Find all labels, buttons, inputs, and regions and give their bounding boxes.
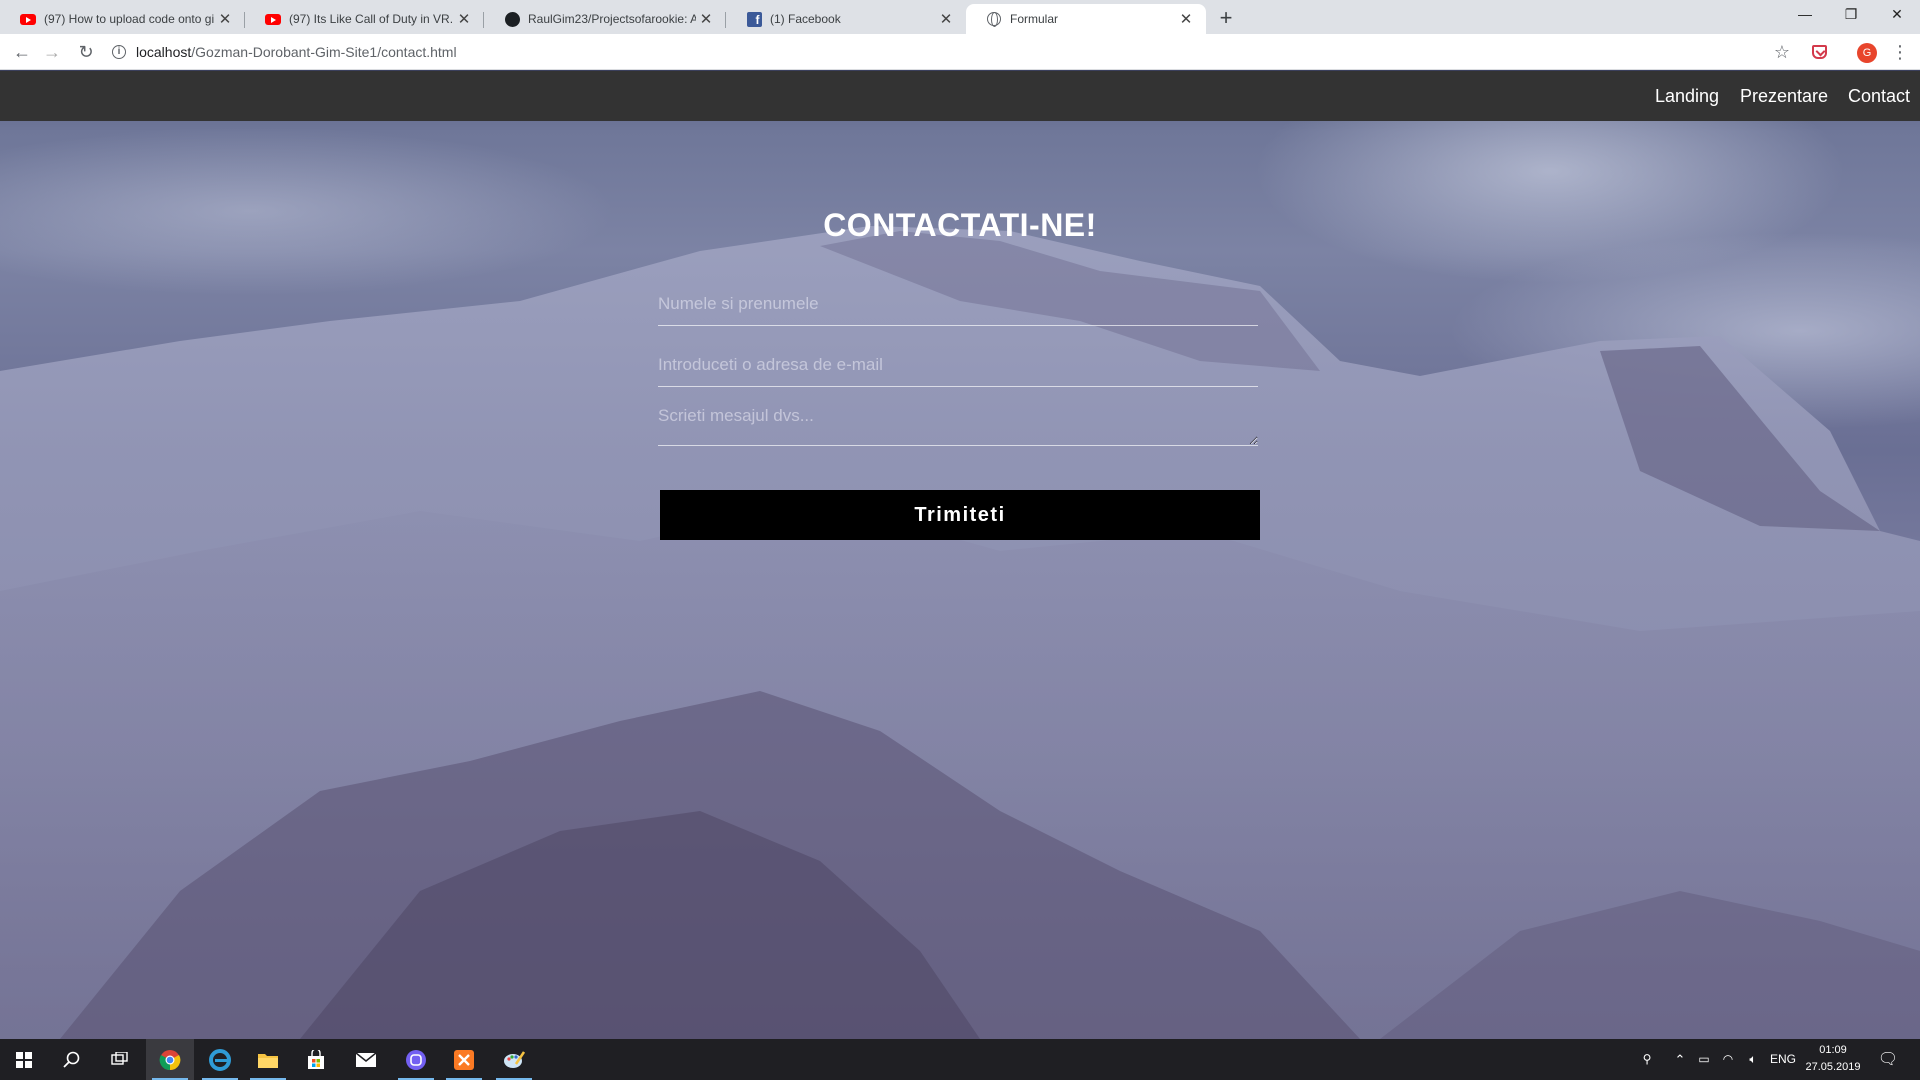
people-icon[interactable]: ⚲ — [1632, 1039, 1662, 1080]
url-text: localhost/Gozman-Dorobant-Gim-Site1/cont… — [136, 44, 457, 60]
minimize-button[interactable]: — — [1782, 0, 1828, 30]
url-path: /Gozman-Dorobant-Gim-Site1/contact.html — [191, 44, 457, 60]
back-icon[interactable]: ← — [8, 38, 36, 66]
browser-toolbar: ← → ↻ i localhost/Gozman-Dorobant-Gim-Si… — [0, 34, 1920, 70]
url-host: localhost — [136, 44, 192, 60]
name-input[interactable] — [658, 282, 1258, 326]
paint-icon[interactable] — [490, 1039, 538, 1080]
clock-date: 27.05.2019 — [1805, 1061, 1861, 1073]
tab-title: (1) Facebook — [770, 12, 841, 26]
forward-icon[interactable]: → — [38, 38, 66, 66]
browser-tab-strip: (97) How to upload code onto gi ✕ (97) I… — [0, 0, 1920, 34]
clock-time: 01:09 — [1819, 1044, 1847, 1056]
globe-icon — [986, 11, 1002, 27]
volume-icon[interactable]: 🔈︎ — [1742, 1039, 1764, 1080]
github-icon — [504, 11, 520, 27]
restore-button[interactable]: ❐ — [1828, 0, 1874, 30]
tab-title: (97) How to upload code onto gi — [44, 12, 215, 26]
submit-button[interactable]: Trimiteti — [660, 490, 1260, 540]
page-title: CONTACTATI-NE! — [823, 207, 1097, 243]
tab-title: Formular — [1010, 12, 1059, 26]
browser-tab-github[interactable]: RaulGim23/Projectsofarookie: A ✕ — [484, 4, 726, 34]
mail-icon[interactable] — [342, 1039, 390, 1080]
nav-link-landing[interactable]: Landing — [1655, 71, 1719, 121]
viber-icon[interactable] — [392, 1039, 440, 1080]
action-center-icon[interactable]: 🗨︎ — [1870, 1039, 1906, 1080]
email-input[interactable] — [658, 343, 1258, 387]
windows-start-icon[interactable] — [0, 1039, 48, 1080]
edge-icon[interactable] — [196, 1039, 244, 1080]
windows-taskbar: ⚲ ⌃ ▭ ◠ 🔈︎ ENG 01:09 27.05.2019 🗨︎ — [0, 1039, 1920, 1080]
close-tab-icon[interactable]: ✕ — [936, 10, 956, 28]
address-bar[interactable]: i localhost/Gozman-Dorobant-Gim-Site1/co… — [112, 38, 1792, 66]
wifi-icon[interactable]: ◠ — [1717, 1039, 1739, 1080]
browser-tab-youtube-upload[interactable]: (97) How to upload code onto gi ✕ — [0, 4, 245, 34]
tab-title: RaulGim23/Projectsofarookie: A — [528, 12, 696, 26]
language-indicator[interactable]: ENG — [1766, 1039, 1800, 1080]
file-explorer-icon[interactable] — [244, 1039, 292, 1080]
site-navbar: Landing Prezentare Contact — [0, 71, 1920, 121]
reload-icon[interactable]: ↻ — [72, 38, 100, 66]
pocket-extension-icon[interactable] — [1812, 45, 1827, 59]
store-icon[interactable] — [292, 1039, 340, 1080]
close-tab-icon[interactable]: ✕ — [696, 10, 716, 28]
close-tab-icon[interactable]: ✕ — [454, 10, 474, 28]
xampp-icon[interactable] — [440, 1039, 488, 1080]
tab-title: (97) Its Like Call of Duty in VR. — [289, 12, 454, 26]
close-tab-icon[interactable]: ✕ — [1176, 10, 1196, 28]
nav-link-prezentare[interactable]: Prezentare — [1740, 71, 1828, 121]
browser-tab-formular[interactable]: Formular ✕ — [966, 4, 1206, 34]
profile-avatar[interactable]: G — [1857, 43, 1877, 63]
browser-tab-youtube-vr[interactable]: (97) Its Like Call of Duty in VR. ✕ — [245, 4, 484, 34]
search-icon[interactable] — [48, 1039, 96, 1080]
message-textarea[interactable] — [658, 398, 1258, 446]
youtube-icon — [20, 11, 36, 27]
close-window-button[interactable]: ✕ — [1874, 0, 1920, 30]
youtube-icon — [265, 11, 281, 27]
info-icon[interactable]: i — [112, 45, 126, 59]
show-hidden-icons-chevron-up-icon[interactable]: ⌃ — [1668, 1039, 1692, 1080]
browser-tab-facebook[interactable]: f (1) Facebook ✕ — [726, 4, 966, 34]
close-tab-icon[interactable]: ✕ — [215, 10, 235, 28]
chrome-icon[interactable] — [146, 1039, 194, 1080]
page-viewport: Landing Prezentare Contact CONTACTATI-NE… — [0, 71, 1920, 1039]
nav-link-contact[interactable]: Contact — [1848, 71, 1910, 121]
facebook-icon: f — [746, 11, 762, 27]
task-view-icon[interactable] — [96, 1039, 144, 1080]
bookmark-star-icon[interactable]: ☆ — [1770, 38, 1794, 66]
new-tab-button[interactable]: + — [1212, 4, 1240, 32]
browser-menu-icon[interactable]: ⋮ — [1890, 38, 1910, 66]
battery-icon[interactable]: ▭ — [1694, 1039, 1714, 1080]
taskbar-clock[interactable]: 01:09 27.05.2019 — [1800, 1042, 1866, 1076]
